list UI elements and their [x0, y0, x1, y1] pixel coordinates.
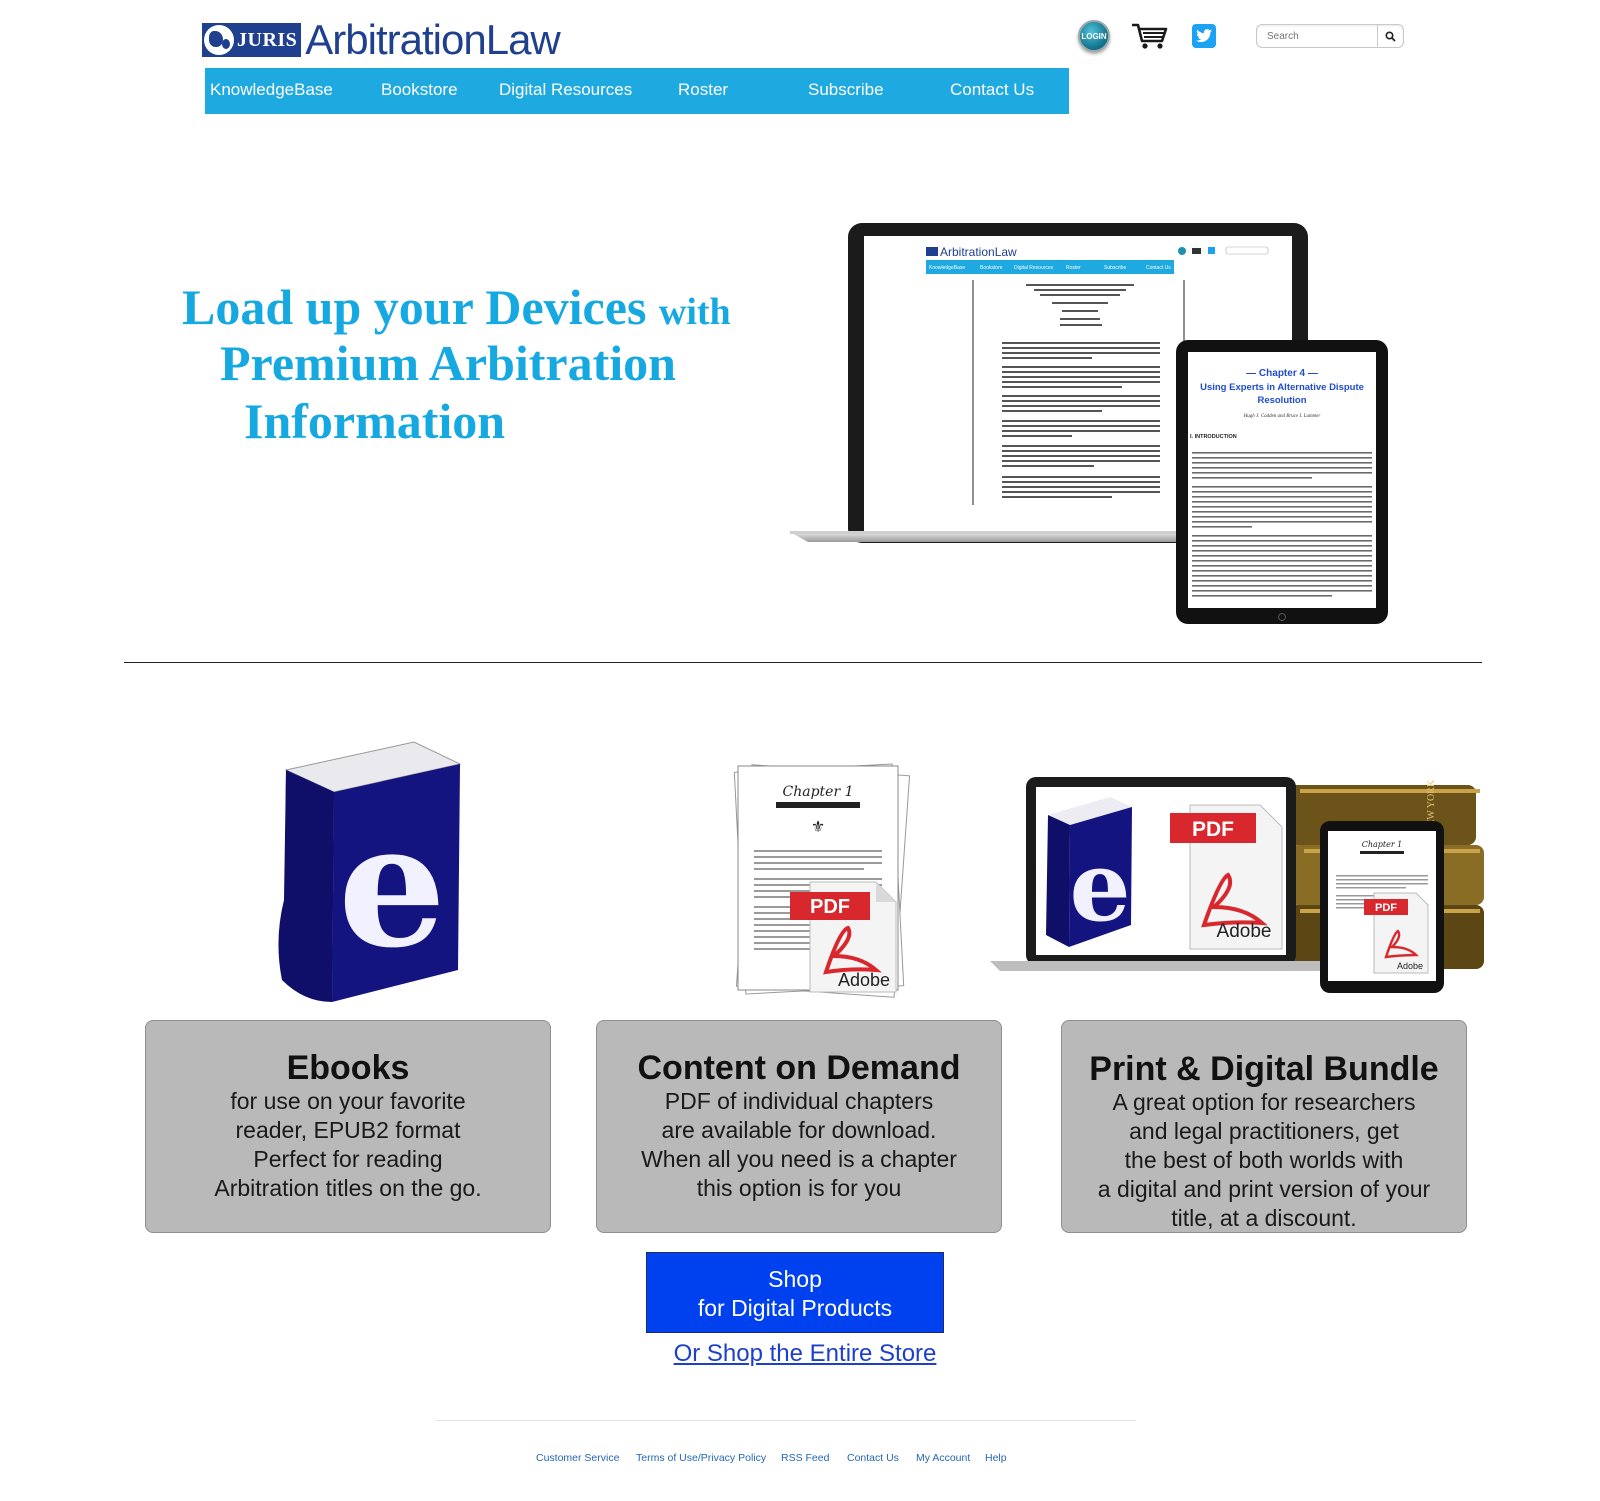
twitter-bird-icon — [1196, 29, 1212, 43]
site-logo[interactable]: JURIS ArbitrationLaw — [202, 18, 612, 62]
desc-line: the best of both worlds with — [1124, 1147, 1404, 1173]
section-divider — [124, 662, 1482, 663]
content-on-demand-image[interactable]: Chapter 1 ⚜ PDF Adobe — [730, 760, 920, 1000]
search-input[interactable] — [1257, 26, 1377, 46]
shop-button-line-2: for Digital Products — [697, 1295, 893, 1321]
tablet-chapter: — Chapter 4 — — [1246, 368, 1318, 379]
footer-link-my-account[interactable]: My Account — [916, 1452, 970, 1464]
footer-link-terms[interactable]: Terms of Use/Privacy Policy — [636, 1452, 766, 1464]
ebook-letter: e — [338, 786, 446, 986]
hero-line-2: Premium Arbitration — [220, 335, 676, 391]
desc-line: reader, EPUB2 format — [235, 1117, 461, 1143]
desc-line: Arbitration titles on the go. — [214, 1175, 482, 1201]
hero-line-3: Information — [244, 393, 506, 449]
nav-item-bookstore[interactable]: Bookstore — [381, 68, 458, 114]
ebook-icon: e — [278, 741, 462, 1002]
product-desc-content-on-demand: PDF of individual chapters are available… — [597, 1087, 1001, 1203]
logo-text: ArbitrationLaw — [305, 16, 560, 63]
product-box-ebooks[interactable]: Ebooks for use on your favorite reader, … — [145, 1020, 551, 1233]
product-title-content-on-demand: Content on Demand — [637, 1049, 961, 1087]
laptop-nav-2: Bookstore — [980, 265, 1003, 271]
login-label: LOGIN — [1081, 31, 1107, 41]
footer-divider — [436, 1420, 1136, 1421]
desc-line: this option is for you — [696, 1175, 902, 1201]
hero-line-1-small: with — [658, 291, 731, 333]
desc-line: for use on your favorite — [230, 1088, 466, 1114]
laptop-nav-1: KnowledgeBase — [929, 265, 965, 271]
nav-item-roster[interactable]: Roster — [678, 68, 728, 114]
product-desc-bundle: A great option for researchers and legal… — [1062, 1088, 1466, 1233]
cart-icon-graphic — [1132, 23, 1168, 49]
bundle-illustration: NEW YORK e PDF Adobe Chapter 1 PDF Adobe — [990, 777, 1484, 993]
product-desc-ebooks: for use on your favorite reader, EPUB2 f… — [146, 1087, 550, 1203]
desc-line: a digital and print version of your — [1097, 1176, 1431, 1202]
tablet-section: I. INTRODUCTION — [1190, 434, 1237, 440]
logo-badge-text: JURIS — [237, 28, 298, 51]
hero-devices-image: ArbitrationLaw KnowledgeBase Bookstore D… — [790, 220, 1390, 625]
nav-item-knowledgebase[interactable]: KnowledgeBase — [210, 68, 333, 114]
hero-line-1: Load up your Devices with — [182, 282, 731, 332]
main-nav: KnowledgeBase Bookstore Digital Resource… — [205, 68, 1069, 114]
hero-line-1-main: Load up your Devices — [182, 279, 647, 335]
pdf-label-1: PDF — [810, 896, 850, 918]
product-box-bundle[interactable]: Print & Digital Bundle A great option fo… — [1061, 1020, 1467, 1233]
tablet-authors: Hugh J. Cadden and Bruce I. Lammer — [1243, 414, 1321, 419]
footer-link-customer-service[interactable]: Customer Service — [536, 1452, 619, 1464]
footer-link-rss[interactable]: RSS Feed — [781, 1452, 829, 1464]
search-box — [1256, 24, 1404, 48]
adobe-label-2: Adobe — [1217, 921, 1272, 942]
login-icon[interactable]: LOGIN — [1078, 20, 1110, 52]
nav-item-digital-resources[interactable]: Digital Resources — [499, 68, 632, 114]
product-box-content-on-demand[interactable]: Content on Demand PDF of individual chap… — [596, 1020, 1002, 1233]
ebook-letter-2: e — [1069, 830, 1130, 943]
laptop-nav-3: Digital Resources — [1014, 265, 1054, 271]
product-title-bundle: Print & Digital Bundle — [1089, 1050, 1439, 1088]
twitter-icon[interactable] — [1192, 24, 1216, 48]
desc-line: and legal practitioners, get — [1129, 1118, 1399, 1144]
tablet-title-2: Resolution — [1257, 395, 1306, 406]
pdf-label-3: PDF — [1375, 902, 1397, 914]
nav-item-subscribe[interactable]: Subscribe — [808, 68, 884, 114]
adobe-label-3: Adobe — [1397, 961, 1423, 971]
pdf-label-2: PDF — [1192, 818, 1234, 841]
tablet-title-1: Using Experts in Alternative Dispute — [1200, 382, 1364, 393]
adobe-label-1: Adobe — [838, 970, 890, 990]
pdf-chapter-icon: Chapter 1 ⚜ PDF Adobe — [733, 763, 911, 998]
nav-item-contact-us[interactable]: Contact Us — [950, 68, 1034, 114]
cart-icon[interactable] — [1130, 21, 1170, 51]
chapter-label-2: Chapter 1 — [1362, 840, 1403, 849]
ebook-image[interactable]: e — [274, 740, 464, 1002]
search-button[interactable] — [1377, 25, 1403, 47]
desc-line: A great option for researchers — [1112, 1089, 1416, 1115]
laptop-nav-4: Roster — [1066, 265, 1081, 271]
chapter-label: Chapter 1 — [783, 784, 854, 800]
desc-line: Perfect for reading — [253, 1146, 443, 1172]
laptop-nav-6: Contact Us — [1146, 265, 1171, 271]
product-title-ebooks: Ebooks — [286, 1049, 410, 1087]
globe-icon — [204, 25, 234, 55]
bundle-image[interactable]: NEW YORK e PDF Adobe Chapter 1 PDF Adobe — [990, 775, 1486, 993]
search-icon — [1385, 30, 1396, 42]
desc-line: title, at a discount. — [1171, 1205, 1357, 1231]
laptop-logo-text: ArbitrationLaw — [940, 245, 1017, 259]
shop-entire-store-link[interactable]: Or Shop the Entire Store — [665, 1340, 945, 1368]
svg-text:⚜: ⚜ — [811, 819, 825, 836]
desc-line: PDF of individual chapters — [664, 1088, 934, 1114]
desc-line: are available for download. — [661, 1117, 937, 1143]
shop-button-line-1: Shop — [768, 1266, 822, 1292]
footer-link-contact-us[interactable]: Contact Us — [847, 1452, 899, 1464]
logo-badge: JURIS — [202, 23, 302, 57]
shop-digital-button[interactable]: Shop for Digital Products — [646, 1252, 944, 1333]
footer-link-help[interactable]: Help — [985, 1452, 1007, 1464]
header-icons: LOGIN — [1078, 20, 1216, 52]
laptop-nav-5: Subscribe — [1104, 265, 1126, 271]
desc-line: When all you need is a chapter — [641, 1146, 957, 1172]
laptop-tablet-illustration: ArbitrationLaw KnowledgeBase Bookstore D… — [790, 223, 1388, 624]
